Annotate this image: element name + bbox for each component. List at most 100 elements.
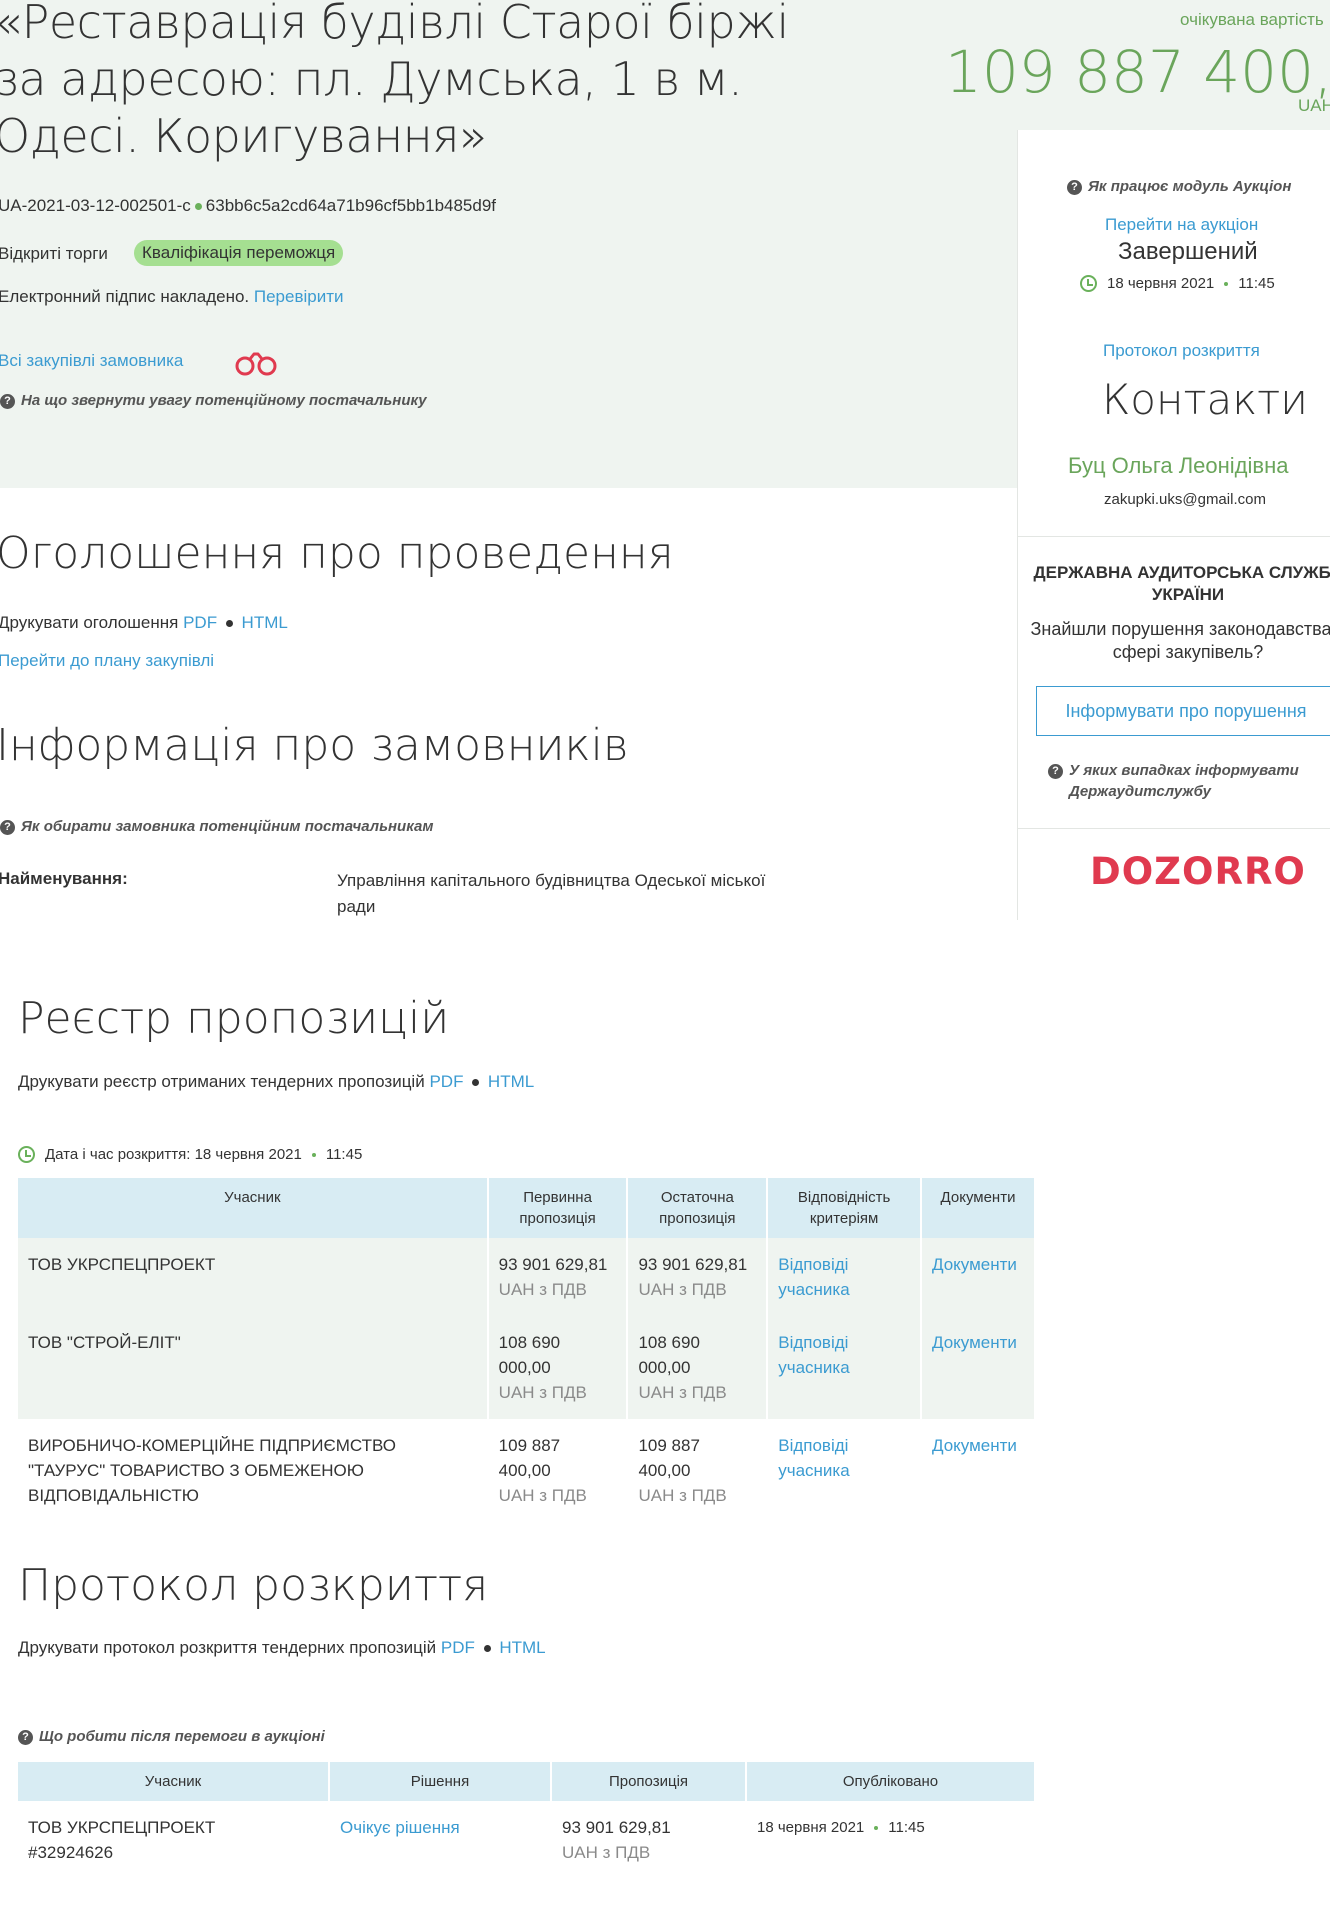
expected-value-amount: 109 887 400,00 <box>945 38 1330 106</box>
table-row: ТОВ "СТРОЙ-ЕЛІТ" 108 690 000,00 UAH з ПДВ… <box>18 1316 1034 1419</box>
print-protocol-row: Друкувати протокол розкриття тендерних п… <box>18 1638 546 1658</box>
final-offer: 109 887 400,00 UAH з ПДВ <box>628 1419 766 1522</box>
offer-amount: 93 901 629,81 <box>562 1818 671 1837</box>
column-header: Рішення <box>330 1762 550 1801</box>
opening-time: 11:45 <box>325 1146 363 1163</box>
initial-offer-amount: 108 690 000,00 <box>498 1333 561 1377</box>
participant-name: ТОВ УКРСПЕЦПРОЕКТ <box>28 1818 216 1837</box>
published-time: 11:45 <box>888 1819 925 1836</box>
protocol-pdf-link[interactable]: PDF <box>441 1638 475 1657</box>
auction-date: 18 червня 2021 <box>1107 275 1215 292</box>
column-header: Учасник <box>18 1178 487 1238</box>
customer-name-value: Управління капітального будівництва Одес… <box>337 871 766 916</box>
column-header: Пропозиція <box>552 1762 745 1801</box>
notice-heading: Оголошення про проведення <box>0 528 674 579</box>
auction-help-link[interactable]: ? Як працює модуль Аукціон <box>1067 178 1291 195</box>
divider <box>1018 536 1330 537</box>
vat-note: UAH з ПДВ <box>498 1383 587 1402</box>
column-header: Опубліковано <box>747 1762 1034 1801</box>
auction-help-text: Як працює модуль Аукціон <box>1088 178 1292 195</box>
final-offer-amount: 109 887 400,00 <box>638 1436 700 1480</box>
binoculars-icon[interactable] <box>232 350 280 381</box>
decision-link[interactable]: Очікує рішення <box>340 1818 460 1837</box>
separator-dot <box>483 1645 491 1653</box>
participant-answers-link[interactable]: Відповіді учасника <box>778 1255 849 1299</box>
notice-pdf-link[interactable]: PDF <box>183 613 217 632</box>
after-win-help-link[interactable]: ? Що робити після перемоги в аукціоні <box>18 1728 325 1745</box>
participant-answers-link[interactable]: Відповіді учасника <box>778 1333 849 1377</box>
table-row: ТОВ УКРСПЕЦПРОЕКТ #32924626 Очікує рішенн… <box>18 1801 1034 1879</box>
audit-help-text: У яких випадках інформувати Держаудитслу… <box>1069 762 1299 800</box>
contact-email: zakupki.uks@gmail.com <box>1104 491 1266 508</box>
vat-note: UAH з ПДВ <box>638 1383 727 1402</box>
attention-help-link[interactable]: ? На що звернути увагу потенційному поста… <box>0 392 427 409</box>
signature-row: Електронний підпис накладено. Перевірити <box>0 287 344 307</box>
registry-html-link[interactable]: HTML <box>488 1072 534 1091</box>
print-registry-row: Друкувати реєстр отриманих тендерних про… <box>18 1072 534 1092</box>
question-icon: ? <box>0 394 15 409</box>
documents-link[interactable]: Документи <box>932 1255 1017 1274</box>
auction-datetime: 18 червня 2021 11:45 <box>1080 275 1275 292</box>
expected-value-currency: UAH <box>1298 96 1330 115</box>
column-header: Первинна пропозиція <box>488 1178 627 1238</box>
expected-value-label: очікувана вартість <box>1180 10 1324 29</box>
participant-answers-link[interactable]: Відповіді учасника <box>778 1436 849 1480</box>
notice-html-link[interactable]: HTML <box>242 613 288 632</box>
initial-offer: 109 887 400,00 UAH з ПДВ <box>489 1419 627 1522</box>
question-icon: ? <box>18 1730 33 1745</box>
auction-status: Завершений <box>1118 238 1258 265</box>
published-date: 18 червня 2021 <box>757 1819 865 1836</box>
participant-name: ТОВ УКРСПЕЦПРОЕКТ <box>18 1238 487 1316</box>
table-row: ВИРОБНИЧО-КОМЕРЦІЙНЕ ПІДПРИЄМСТВО "ТАУРУ… <box>18 1419 1034 1522</box>
registry-pdf-link[interactable]: PDF <box>429 1072 463 1091</box>
question-icon: ? <box>0 820 15 835</box>
dozorro-logo[interactable]: DOZORRO <box>1090 850 1306 893</box>
offer-cell: 93 901 629,81 UAH з ПДВ <box>552 1801 745 1879</box>
clock-icon <box>1080 275 1097 292</box>
separator-dot <box>225 620 233 628</box>
after-win-help-text: Що робити після перемоги в аукціоні <box>39 1728 325 1745</box>
protocol-table: Учасник Рішення Пропозиція Опубліковано … <box>16 1762 1036 1879</box>
customers-heading: Інформація про замовників <box>0 720 629 771</box>
protocol-link[interactable]: Протокол розкриття <box>1103 341 1260 361</box>
separator-dot <box>1224 282 1229 287</box>
print-protocol-label: Друкувати протокол розкриття тендерних п… <box>18 1638 437 1657</box>
vat-note: UAH з ПДВ <box>638 1280 727 1299</box>
final-offer: 108 690 000,00 UAH з ПДВ <box>628 1316 767 1419</box>
bids-table: Учасник Первинна пропозиція Остаточна пр… <box>16 1178 1036 1522</box>
audit-service-text: Знайшли порушення законодавства у сфері … <box>1030 619 1330 662</box>
separator-dot <box>194 203 202 211</box>
attention-help-text: На що звернути увагу потенційному постач… <box>21 392 427 409</box>
all-purchases-link[interactable]: Всі закупівлі замовника <box>0 351 183 371</box>
choose-customer-help-link[interactable]: ? Як обирати замовника потенційним постач… <box>0 818 433 835</box>
clock-icon <box>18 1146 35 1163</box>
initial-offer-amount: 109 887 400,00 <box>498 1436 561 1480</box>
documents-link[interactable]: Документи <box>932 1333 1017 1352</box>
documents-link[interactable]: Документи <box>932 1436 1017 1455</box>
registry-heading: Реєстр пропозицій <box>18 993 450 1044</box>
protocol-html-link[interactable]: HTML <box>499 1638 545 1657</box>
initial-offer-amount: 93 901 629,81 <box>498 1255 608 1274</box>
check-signature-link[interactable]: Перевірити <box>254 287 344 306</box>
choose-customer-help-text: Як обирати замовника потенційним постача… <box>21 818 434 835</box>
tender-id-row: UA-2021-03-12-002501-c 63bb6c5a2cd64a71b9… <box>0 196 496 216</box>
final-offer-amount: 108 690 000,00 <box>638 1333 700 1377</box>
column-header: Учасник <box>18 1762 328 1801</box>
table-row: ТОВ УКРСПЕЦПРОЕКТ 93 901 629,81 UAH з ПДВ… <box>18 1238 1034 1316</box>
initial-offer: 93 901 629,81 UAH з ПДВ <box>488 1238 627 1316</box>
participant-name: ТОВ "СТРОЙ-ЕЛІТ" <box>18 1316 487 1419</box>
print-notice-row: Друкувати оголошення PDF HTML <box>0 613 288 633</box>
participant-name: ВИРОБНИЧО-КОМЕРЦІЙНЕ ПІДПРИЄМСТВО "ТАУРУ… <box>28 1436 396 1505</box>
status-badge: Кваліфікація переможця <box>134 240 344 266</box>
procurement-plan-link[interactable]: Перейти до плану закупівлі <box>0 651 214 671</box>
participant-cell: ТОВ УКРСПЕЦПРОЕКТ #32924626 <box>18 1801 328 1879</box>
audit-service-title: Державна аудиторська служба України <box>1033 563 1330 604</box>
audit-help-link[interactable]: ? У яких випадках інформувати Держаудитсл… <box>1048 760 1319 802</box>
column-header: Відповідність критеріям <box>768 1178 921 1238</box>
vat-note: UAH з ПДВ <box>498 1280 587 1299</box>
goto-auction-link[interactable]: Перейти на аукціон <box>1105 215 1258 235</box>
report-violation-button[interactable]: Інформувати про порушення <box>1036 686 1330 736</box>
column-header: Документи <box>922 1178 1034 1238</box>
separator-dot <box>311 1153 316 1158</box>
separator-dot <box>874 1826 879 1831</box>
